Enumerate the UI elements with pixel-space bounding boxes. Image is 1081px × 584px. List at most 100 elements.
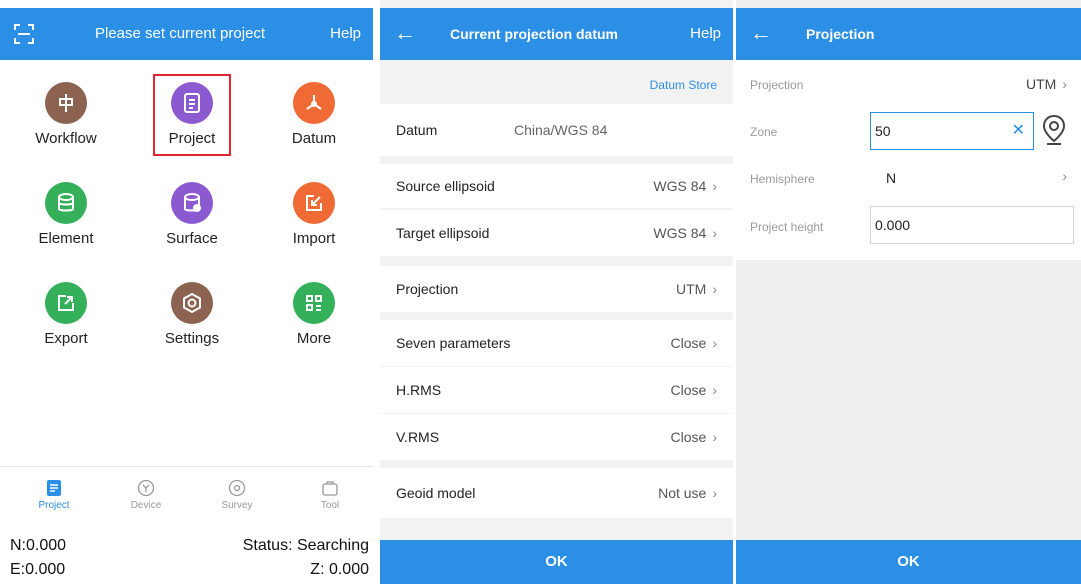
clear-icon[interactable]: ✕ xyxy=(1012,113,1025,149)
nav-device[interactable]: Device xyxy=(116,479,176,511)
project-height-value: 0.000 xyxy=(875,217,911,233)
row-value-text: WGS 84 xyxy=(653,178,707,194)
project-icon xyxy=(171,82,213,124)
hrms-row[interactable]: H.RMS Close › xyxy=(380,367,733,413)
tile-label: Surface xyxy=(166,230,218,247)
tile-element[interactable]: Element xyxy=(16,182,116,272)
surface-icon xyxy=(171,182,213,224)
location-pin-icon[interactable] xyxy=(1041,114,1067,146)
target-ellipsoid-row[interactable]: Target ellipsoid WGS 84 › xyxy=(380,210,733,256)
ok-button[interactable]: OK xyxy=(380,540,733,584)
projection-row[interactable]: Projection UTM › xyxy=(380,266,733,312)
geoid-model-row[interactable]: Geoid model Not use › xyxy=(380,468,733,518)
vrms-row[interactable]: V.RMS Close › xyxy=(380,414,733,460)
chevron-right-icon: › xyxy=(712,429,717,445)
chevron-right-icon: › xyxy=(712,225,717,241)
row-value: Close › xyxy=(671,414,717,460)
chevron-right-icon: › xyxy=(712,485,717,501)
tile-workflow[interactable]: Workflow xyxy=(16,82,116,172)
row-value-text: WGS 84 xyxy=(653,225,707,241)
row-label: Projection xyxy=(396,281,459,297)
row-value: WGS 84 › xyxy=(653,164,717,208)
main-menu-screen: Please set current project Help Workflow… xyxy=(0,0,373,584)
ok-button[interactable]: OK xyxy=(736,540,1081,584)
chevron-right-icon[interactable]: › xyxy=(1062,168,1067,184)
tile-label: Export xyxy=(44,330,88,347)
row-label: H.RMS xyxy=(396,382,442,398)
row-value-text: Close xyxy=(670,335,707,351)
row-label: Source ellipsoid xyxy=(396,178,495,194)
back-arrow-icon[interactable]: ← xyxy=(750,8,772,60)
page-title: Please set current project xyxy=(95,25,266,42)
row-value: Close › xyxy=(671,320,717,366)
tile-label: Settings xyxy=(164,330,220,347)
row-value: UTM › xyxy=(676,266,717,312)
datum-label: Datum xyxy=(396,122,438,138)
tile-export[interactable]: Export xyxy=(16,282,116,372)
row-label: Seven parameters xyxy=(396,335,511,351)
nav-project[interactable]: Project xyxy=(24,479,84,511)
page-title: Projection xyxy=(806,26,875,42)
row-value-text: UTM xyxy=(676,281,707,297)
scan-icon[interactable] xyxy=(14,24,34,44)
projection-label: Projection xyxy=(750,78,804,92)
tile-label: Datum xyxy=(291,130,337,147)
projection-value[interactable]: UTM › xyxy=(1026,76,1067,92)
row-value-text: Close xyxy=(670,429,707,445)
tile-import[interactable]: Import xyxy=(264,182,364,272)
zone-input-value: 50 xyxy=(875,123,891,139)
device-icon xyxy=(137,479,155,497)
nav-label: Survey xyxy=(221,500,253,511)
nav-label: Tool xyxy=(320,500,340,511)
hemisphere-label: Hemisphere xyxy=(750,172,815,186)
tile-datum[interactable]: Datum xyxy=(264,82,364,172)
zone-input[interactable]: 50 ✕ xyxy=(870,112,1034,150)
chevron-right-icon: › xyxy=(712,178,717,194)
zone-label: Zone xyxy=(750,125,778,139)
app-bar: ← Current projection datum Help xyxy=(380,8,733,60)
datum-row[interactable]: Datum China/WGS 84 xyxy=(380,104,733,156)
tile-label: Element xyxy=(38,230,94,247)
projection-value-text: UTM xyxy=(1026,76,1057,92)
chevron-right-icon: › xyxy=(712,335,717,351)
page-title: Current projection datum xyxy=(450,26,619,42)
tile-label: Import xyxy=(292,230,336,247)
easting-readout: E:0.000 xyxy=(10,561,66,578)
bottom-nav: Project Device Survey Tool xyxy=(0,466,373,526)
northing-readout: N:0.000 xyxy=(10,537,67,554)
row-value-text: Not use xyxy=(658,485,707,501)
project-nav-icon xyxy=(45,479,63,497)
elevation-readout: Z: 0.000 xyxy=(310,561,369,578)
tile-project[interactable]: Project xyxy=(142,82,242,172)
projection-datum-screen: ← Current projection datum Help Datum St… xyxy=(380,0,733,584)
hemisphere-value[interactable]: N xyxy=(886,170,896,186)
tile-label: Workflow xyxy=(35,130,97,147)
nav-survey[interactable]: Survey xyxy=(207,479,267,511)
survey-icon xyxy=(228,479,246,497)
app-bar: ← Projection xyxy=(736,8,1081,60)
nav-tool[interactable]: Tool xyxy=(300,479,360,511)
status-text: Status: Searching xyxy=(242,537,369,554)
seven-parameters-row[interactable]: Seven parameters Close › xyxy=(380,320,733,366)
nav-label: Device xyxy=(130,500,162,511)
tile-surface[interactable]: Surface xyxy=(142,182,242,272)
project-height-input[interactable]: 0.000 xyxy=(870,206,1074,244)
row-value: Not use › xyxy=(658,468,717,518)
tile-label: Project xyxy=(168,130,216,147)
more-icon xyxy=(293,282,335,324)
source-ellipsoid-row[interactable]: Source ellipsoid WGS 84 › xyxy=(380,164,733,208)
datum-icon xyxy=(293,82,335,124)
datum-store-link[interactable]: Datum Store xyxy=(650,78,717,92)
app-bar: Please set current project Help xyxy=(0,8,373,60)
back-arrow-icon[interactable]: ← xyxy=(394,8,416,60)
tile-more[interactable]: More xyxy=(264,282,364,372)
row-value-text: Close xyxy=(670,382,707,398)
tile-settings[interactable]: Settings xyxy=(142,282,242,372)
settings-icon xyxy=(171,282,213,324)
chevron-right-icon: › xyxy=(1062,76,1067,92)
chevron-right-icon: › xyxy=(712,281,717,297)
help-button[interactable]: Help xyxy=(330,8,361,60)
help-button[interactable]: Help xyxy=(690,8,721,60)
import-icon xyxy=(293,182,335,224)
export-icon xyxy=(45,282,87,324)
